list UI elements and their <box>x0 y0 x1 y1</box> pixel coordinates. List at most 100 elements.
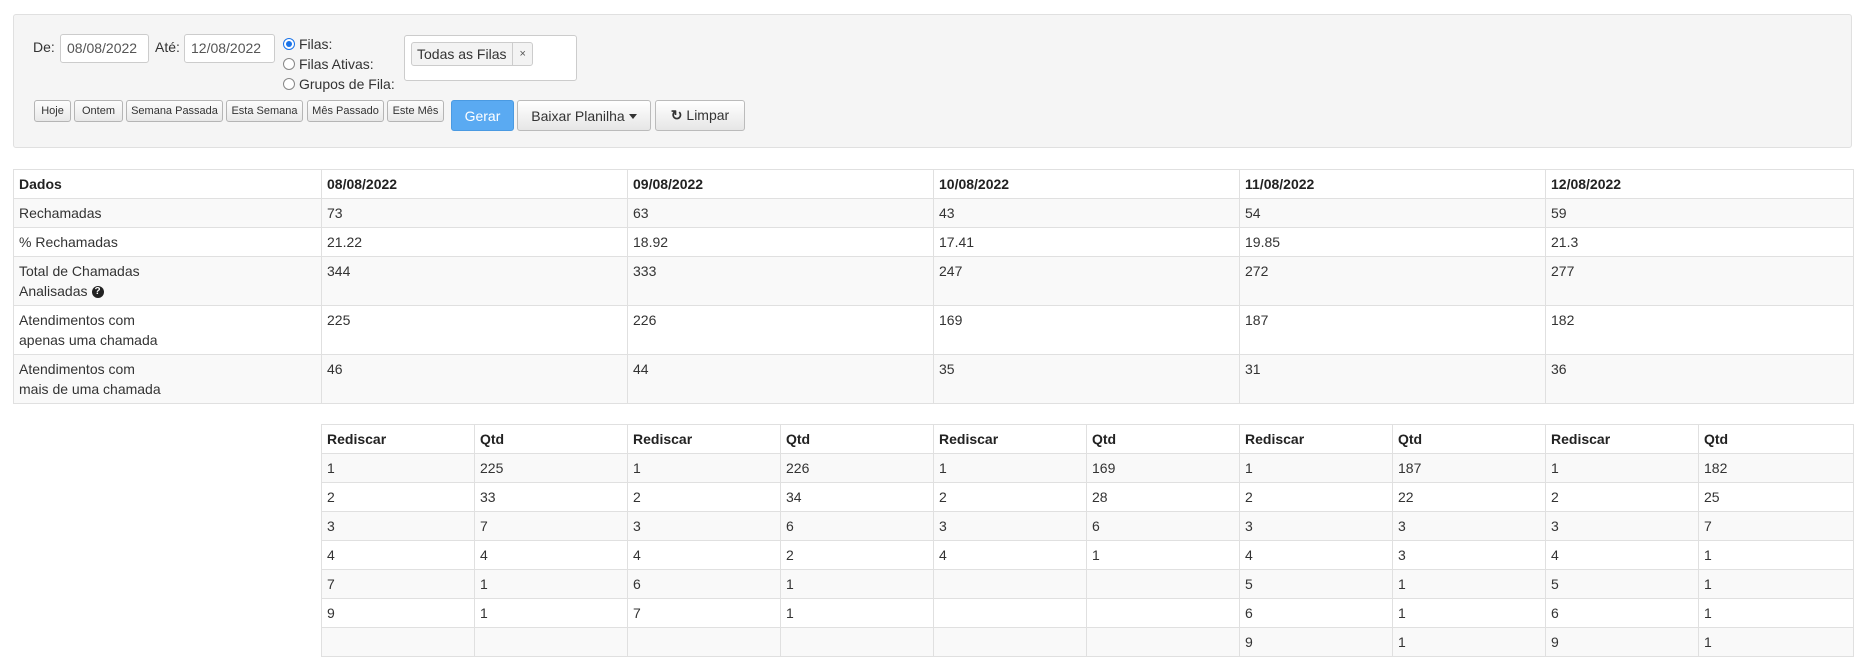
summary-header-cell: Dados <box>13 169 322 199</box>
detail-cell: 226 <box>780 453 934 483</box>
last-week-button[interactable]: Semana Passada <box>126 100 223 122</box>
table-row: 1 225 1 226 1 169 1 187 1 182 <box>321 453 1854 483</box>
detail-cell: 1 <box>1698 627 1854 657</box>
metric-label: Atendimentos com apenas uma chamada <box>13 305 322 355</box>
detail-cell: 2 <box>1239 482 1393 512</box>
detail-cell: 1 <box>933 453 1087 483</box>
radio-active-queues[interactable]: Filas Ativas: <box>283 56 374 72</box>
detail-cell: 1 <box>1239 453 1393 483</box>
radio-queue-groups-label: Grupos de Fila: <box>299 76 395 92</box>
detail-cell: 7 <box>1698 511 1854 541</box>
clear-label: Limpar <box>686 107 730 123</box>
radio-queues-label: Filas: <box>299 36 333 52</box>
detail-cell: 3 <box>321 511 475 541</box>
detail-cell: 187 <box>1392 453 1546 483</box>
detail-cell: 33 <box>474 482 628 512</box>
radio-active-queues-dot[interactable] <box>283 58 295 70</box>
detail-header-cell: Qtd <box>1392 424 1546 454</box>
summary-header-cell: 10/08/2022 <box>933 169 1240 199</box>
detail-cell: 6 <box>627 569 781 599</box>
metric-value: 36 <box>1545 354 1854 404</box>
radio-queues[interactable]: Filas: <box>283 36 332 52</box>
download-label: Baixar Planilha <box>531 107 625 124</box>
table-row: 91 71 61 61 <box>321 598 1854 628</box>
today-button[interactable]: Hoje <box>34 100 71 122</box>
generate-button[interactable]: Gerar <box>451 100 514 131</box>
to-date-input[interactable]: 12/08/2022 <box>184 34 275 63</box>
remove-tag-icon[interactable]: × <box>512 43 526 65</box>
detail-cell: 1 <box>1698 540 1854 570</box>
metric-value: 344 <box>321 256 628 306</box>
detail-cell: 7 <box>321 569 475 599</box>
table-row: 37 36 36 33 37 <box>321 511 1854 541</box>
radio-queue-groups-dot[interactable] <box>283 78 295 90</box>
detail-cell <box>627 627 781 657</box>
detail-cell: 4 <box>1545 540 1699 570</box>
detail-cell: 3 <box>1392 511 1546 541</box>
detail-header-cell: Rediscar <box>933 424 1087 454</box>
metric-label: Total de Chamadas Analisadas <box>19 263 140 299</box>
detail-cell: 1 <box>1086 540 1240 570</box>
selected-queue-label: Todas as Filas <box>417 46 507 62</box>
detail-header-row: Rediscar Qtd Rediscar Qtd Rediscar Qtd R… <box>321 424 1854 454</box>
summary-header-cell: 08/08/2022 <box>321 169 628 199</box>
detail-cell <box>1086 627 1240 657</box>
detail-cell: 1 <box>780 569 934 599</box>
detail-cell: 225 <box>474 453 628 483</box>
detail-cell: 2 <box>627 482 781 512</box>
detail-cell: 1 <box>474 569 628 599</box>
clear-button[interactable]: ↻ Limpar <box>655 100 745 131</box>
table-row: Atendimentos com mais de uma chamada 46 … <box>13 354 1854 404</box>
detail-header-cell: Qtd <box>1086 424 1240 454</box>
detail-cell: 9 <box>1545 627 1699 657</box>
detail-cell: 1 <box>780 598 934 628</box>
detail-header-cell: Rediscar <box>1545 424 1699 454</box>
table-row: 71 61 51 51 <box>321 569 1854 599</box>
detail-cell: 34 <box>780 482 934 512</box>
radio-active-queues-label: Filas Ativas: <box>299 56 374 72</box>
metric-value: 182 <box>1545 305 1854 355</box>
metric-label: % Rechamadas <box>13 227 322 257</box>
detail-cell: 4 <box>627 540 781 570</box>
detail-cell: 1 <box>1698 569 1854 599</box>
detail-cell: 169 <box>1086 453 1240 483</box>
detail-header-cell: Rediscar <box>321 424 475 454</box>
detail-header-cell: Rediscar <box>627 424 781 454</box>
metric-value: 226 <box>627 305 934 355</box>
detail-cell: 5 <box>1239 569 1393 599</box>
metric-value: 18.92 <box>627 227 934 257</box>
table-row: 2 33 2 34 2 28 2 22 2 25 <box>321 482 1854 512</box>
detail-cell <box>933 627 1087 657</box>
metric-label: Atendimentos com mais de uma chamada <box>13 354 322 404</box>
this-month-button[interactable]: Este Mês <box>387 100 444 122</box>
detail-cell: 9 <box>1239 627 1393 657</box>
metric-value: 73 <box>321 198 628 228</box>
detail-cell: 4 <box>933 540 1087 570</box>
yesterday-button[interactable]: Ontem <box>74 100 123 122</box>
detail-cell <box>1086 598 1240 628</box>
detail-cell: 2 <box>933 482 1087 512</box>
metric-value: 169 <box>933 305 1240 355</box>
detail-cell: 2 <box>321 482 475 512</box>
detail-cell <box>474 627 628 657</box>
detail-cell: 1 <box>1698 598 1854 628</box>
from-date-input[interactable]: 08/08/2022 <box>60 34 149 63</box>
detail-cell: 1 <box>1392 569 1546 599</box>
this-week-button[interactable]: Esta Semana <box>226 100 303 122</box>
summary-header-cell: 12/08/2022 <box>1545 169 1854 199</box>
detail-header-cell: Qtd <box>1698 424 1854 454</box>
radio-queue-groups[interactable]: Grupos de Fila: <box>283 76 395 92</box>
last-month-button[interactable]: Mês Passado <box>307 100 384 122</box>
from-label: De: <box>33 39 55 55</box>
caret-down-icon <box>628 114 637 120</box>
detail-cell: 4 <box>321 540 475 570</box>
question-circle-icon[interactable]: ? <box>91 286 104 299</box>
radio-queues-dot[interactable] <box>283 38 295 50</box>
table-row: Total de Chamadas Analisadas? 344 333 24… <box>13 256 1854 306</box>
download-spreadsheet-button[interactable]: Baixar Planilha <box>517 100 651 131</box>
metric-value: 19.85 <box>1239 227 1546 257</box>
metric-value: 54 <box>1239 198 1546 228</box>
queue-multiselect[interactable]: Todas as Filas × <box>404 35 577 81</box>
selected-queue-tag: Todas as Filas × <box>411 42 533 66</box>
detail-cell <box>321 627 475 657</box>
